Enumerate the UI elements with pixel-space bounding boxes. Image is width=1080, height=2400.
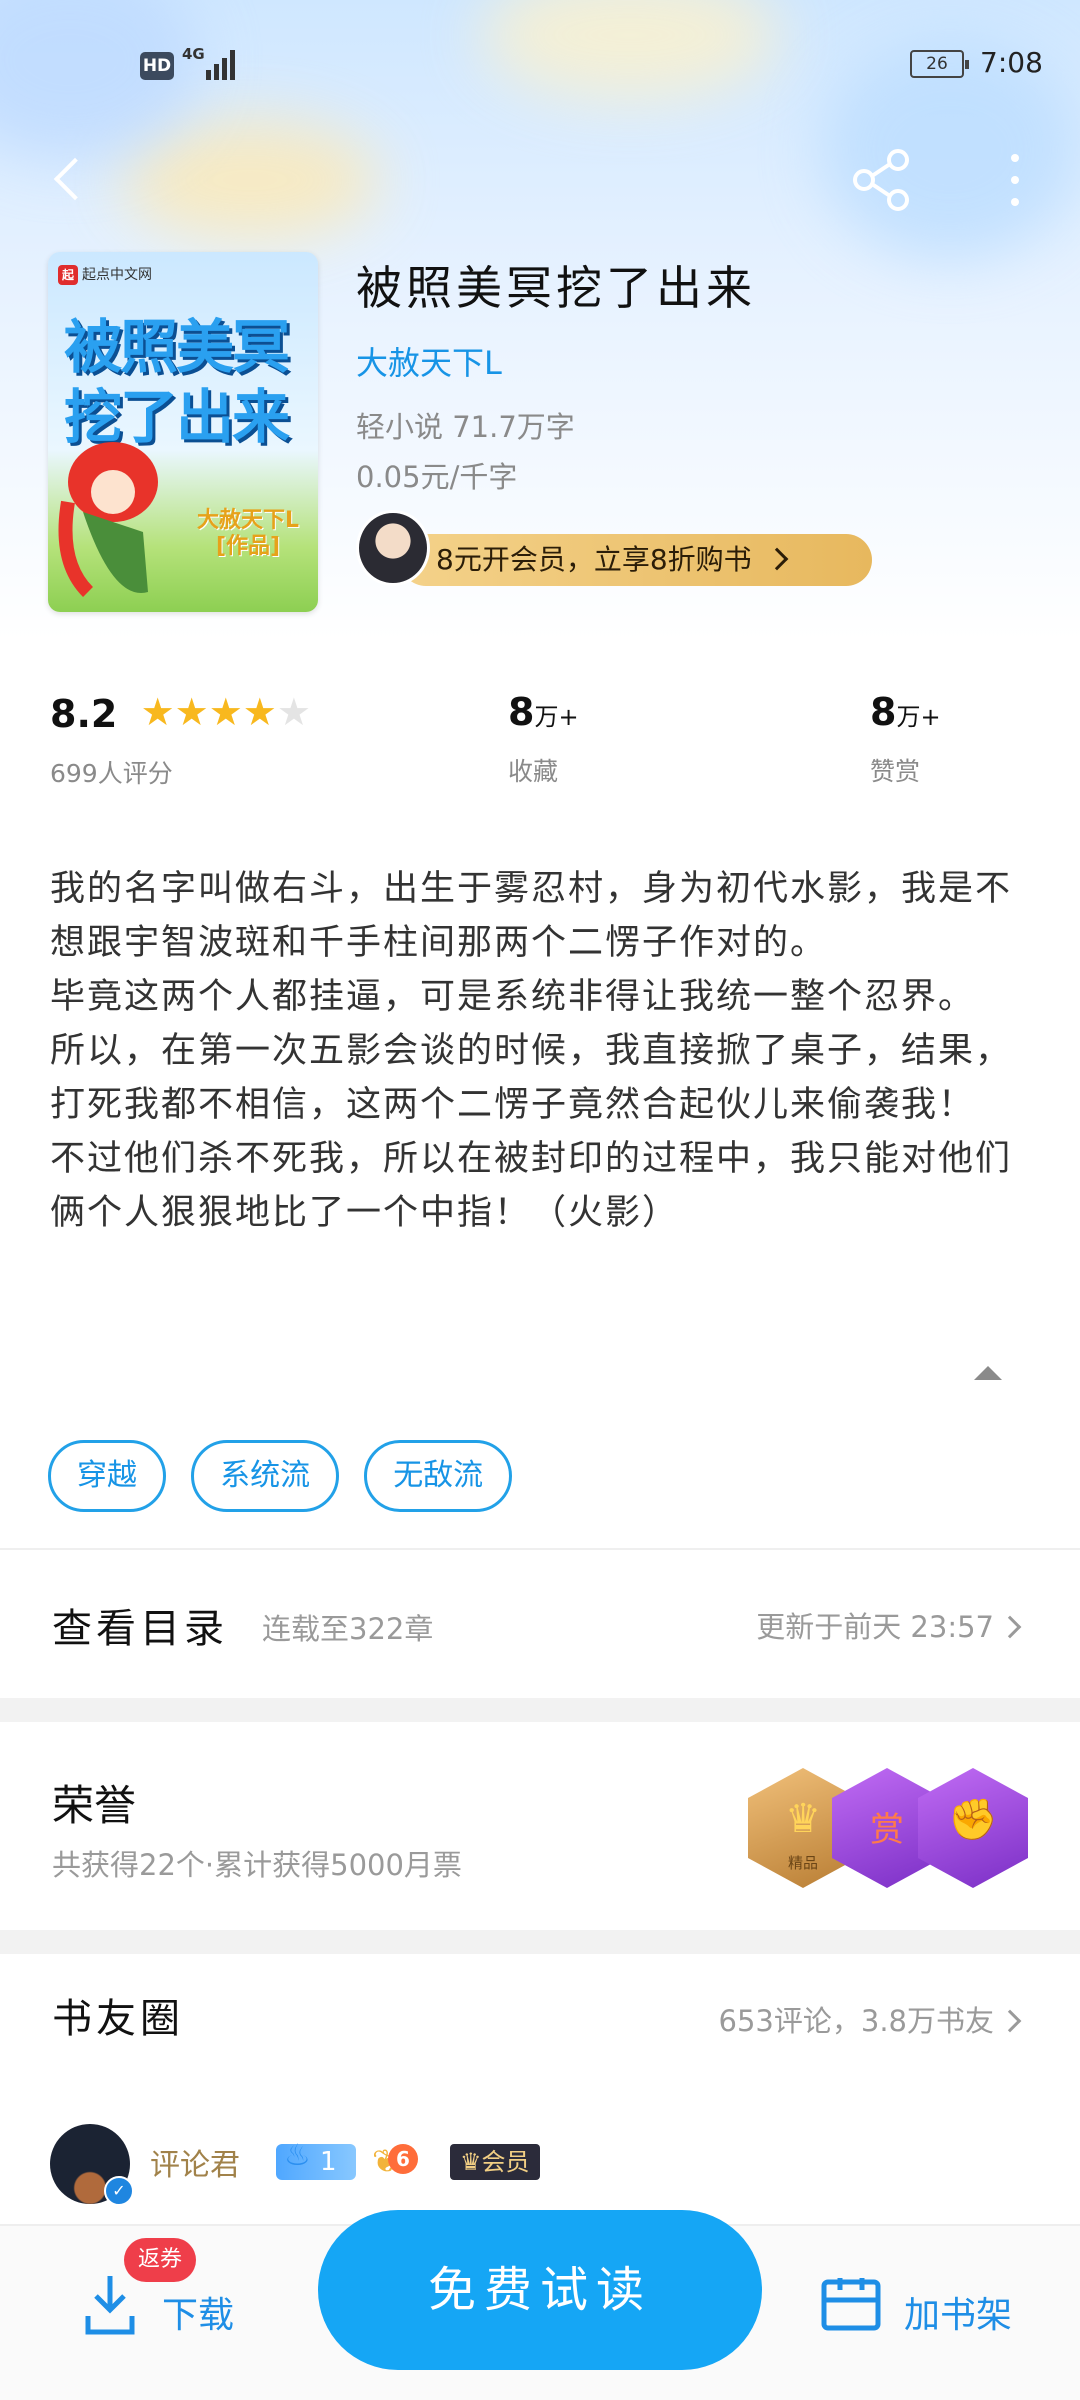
rating-stat[interactable]: 8.2 ★★★★★ 699人评分 [50,690,311,790]
section-gap [0,1698,1080,1722]
fan-level-badge: ♨ 1 [276,2138,356,2180]
battery-icon: 26 [910,50,969,78]
share-icon[interactable] [848,146,916,214]
star-icon: ★ [208,690,243,734]
book-intro[interactable]: 我的名字叫做右斗，出生于雾忍村，身为初代水影，我是不想跟宇智波斑和千手柱间那两个… [50,862,1040,1240]
verified-icon: ✓ [104,2176,134,2206]
status-bar: HD 4G 26 7:08 [0,30,1080,100]
collect-count: 8 [508,690,535,734]
intro-paragraph: 我的名字叫做右斗，出生于雾忍村，身为初代水影，我是不想跟宇智波斑和千手柱间那两个… [50,869,1013,963]
bookshelf-add-icon[interactable] [820,2276,882,2334]
free-read-button[interactable]: 免费试读 [318,2210,762,2370]
intro-paragraph: 不过他们杀不死我，所以在被封印的过程中，我只能对他们俩个人狠狠地比了一个中指！（… [50,1139,1013,1233]
cover-title: 被照美冥 挖了出来 [64,313,290,451]
flame-icon: ♨ [284,2138,311,2173]
wing-level-badge: ❦ 6 [372,2140,432,2182]
collect-stat: 8万+ 收藏 [508,690,579,788]
tag-chip[interactable]: 系统流 [191,1440,340,1512]
book-cover[interactable]: 起起点中文网 被照美冥 挖了出来 大赦天下L [作品] [48,252,318,612]
rating-count: 699人评分 [50,759,173,788]
add-to-shelf-button[interactable]: 加书架 [904,2286,1012,2338]
download-icon[interactable] [82,2272,138,2338]
star-icon: ★ [242,690,277,734]
honor-title: 荣誉 [52,1781,137,1830]
circle-title: 书友圈 [52,1996,184,2042]
more-vertical-icon[interactable] [1000,148,1030,212]
chevron-right-icon [998,2009,1022,2033]
honor-summary: 共获得22个·累计获得5000月票 [52,1848,462,1882]
signal-icon [206,50,240,80]
star-icon: ★ [140,690,175,734]
book-price: 0.05元/千字 [356,460,518,494]
member-badge: ♛会员 [450,2144,540,2180]
toc-progress: 连载至322章 [262,1612,434,1646]
author-link[interactable]: 大赦天下L [356,338,502,384]
star-rating: ★★★★★ [141,690,311,734]
tag-chip[interactable]: 无敌流 [364,1440,513,1512]
download-button[interactable]: 下载 [162,2286,234,2338]
vip-avatar [356,510,430,586]
collect-unit: 万+ [534,703,579,731]
reward-unit: 万+ [896,703,941,731]
comment-username[interactable]: 评论君 [150,2140,240,2184]
thumbs-up-badge-icon: ✊ [918,1768,1028,1888]
cover-author: 大赦天下L [作品] [196,508,300,559]
intro-paragraph: 毕竟这两个人都挂逼，可是系统非得让我统一整个忍界。 [50,977,976,1017]
chevron-right-icon [998,1615,1022,1639]
clock: 7:08 [980,46,1043,79]
coupon-badge: 返券 [124,2238,197,2282]
star-icon: ★ [174,690,209,734]
rating-value: 8.2 [50,692,118,736]
collect-label: 收藏 [508,757,559,786]
intro-paragraph: 所以，在第一次五影会谈的时候，我直接掀了桌子，结果，打死我都不相信，这两个二愣子… [50,1031,1013,1125]
toc-title: 查看目录 [52,1606,228,1652]
divider [0,1548,1080,1550]
cover-logo: 起起点中文网 [58,264,152,285]
reward-label: 赞赏 [870,757,921,786]
book-meta: 轻小说 71.7万字 [356,410,575,444]
toc-update: 更新于前天 23:57 [756,1604,1022,1646]
tag-chip[interactable]: 穿越 [48,1440,166,1512]
reward-count: 8 [870,690,897,734]
reward-stat[interactable]: 8万+ 赞赏 [870,690,941,788]
vip-banner[interactable]: 8元开会员，立享8折购书 [400,534,872,586]
book-title: 被照美冥挖了出来 [356,261,756,315]
section-gap [0,1930,1080,1954]
hero-blob [120,120,380,240]
collapse-intro-icon[interactable] [974,1366,1002,1380]
star-icon: ★ [276,690,311,734]
chevron-right-icon [765,547,788,571]
vip-banner-label: 8元开会员，立享8折购书 [436,543,752,576]
back-arrow-icon[interactable] [46,150,90,210]
tag-list: 穿越 系统流 无敌流 [48,1440,532,1512]
circle-meta: 653评论，3.8万书友 [719,1998,1022,2040]
cover-character-illustration [58,442,158,597]
hd-icon: HD [140,52,174,80]
crown-icon: ♛ [460,2148,482,2176]
network-type: 4G [182,45,205,63]
